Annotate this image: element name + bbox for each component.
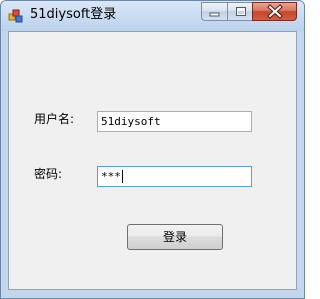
title-bar[interactable]: 51diysoft登录 — [1, 1, 304, 31]
app-icon — [8, 9, 23, 23]
password-label: 密码: — [34, 167, 63, 181]
login-button[interactable]: 登录 — [127, 224, 223, 250]
username-field[interactable]: 51diysoft — [97, 111, 252, 132]
text-caret — [122, 170, 123, 183]
login-window: 51diysoft登录 用户名: 51diysoft 密码: *** 登录 — [0, 0, 305, 299]
minimize-icon — [209, 12, 220, 17]
minimize-button[interactable] — [201, 2, 228, 21]
close-icon — [267, 4, 283, 19]
window-title: 51diysoft登录 — [30, 7, 117, 22]
username-label: 用户名: — [34, 112, 75, 126]
password-field[interactable]: *** — [97, 166, 252, 187]
close-button[interactable] — [252, 2, 297, 21]
maximize-icon — [236, 7, 246, 16]
password-value: *** — [101, 170, 121, 183]
form-panel: 用户名: 51diysoft 密码: *** 登录 — [8, 31, 297, 290]
maximize-button[interactable] — [227, 2, 253, 21]
